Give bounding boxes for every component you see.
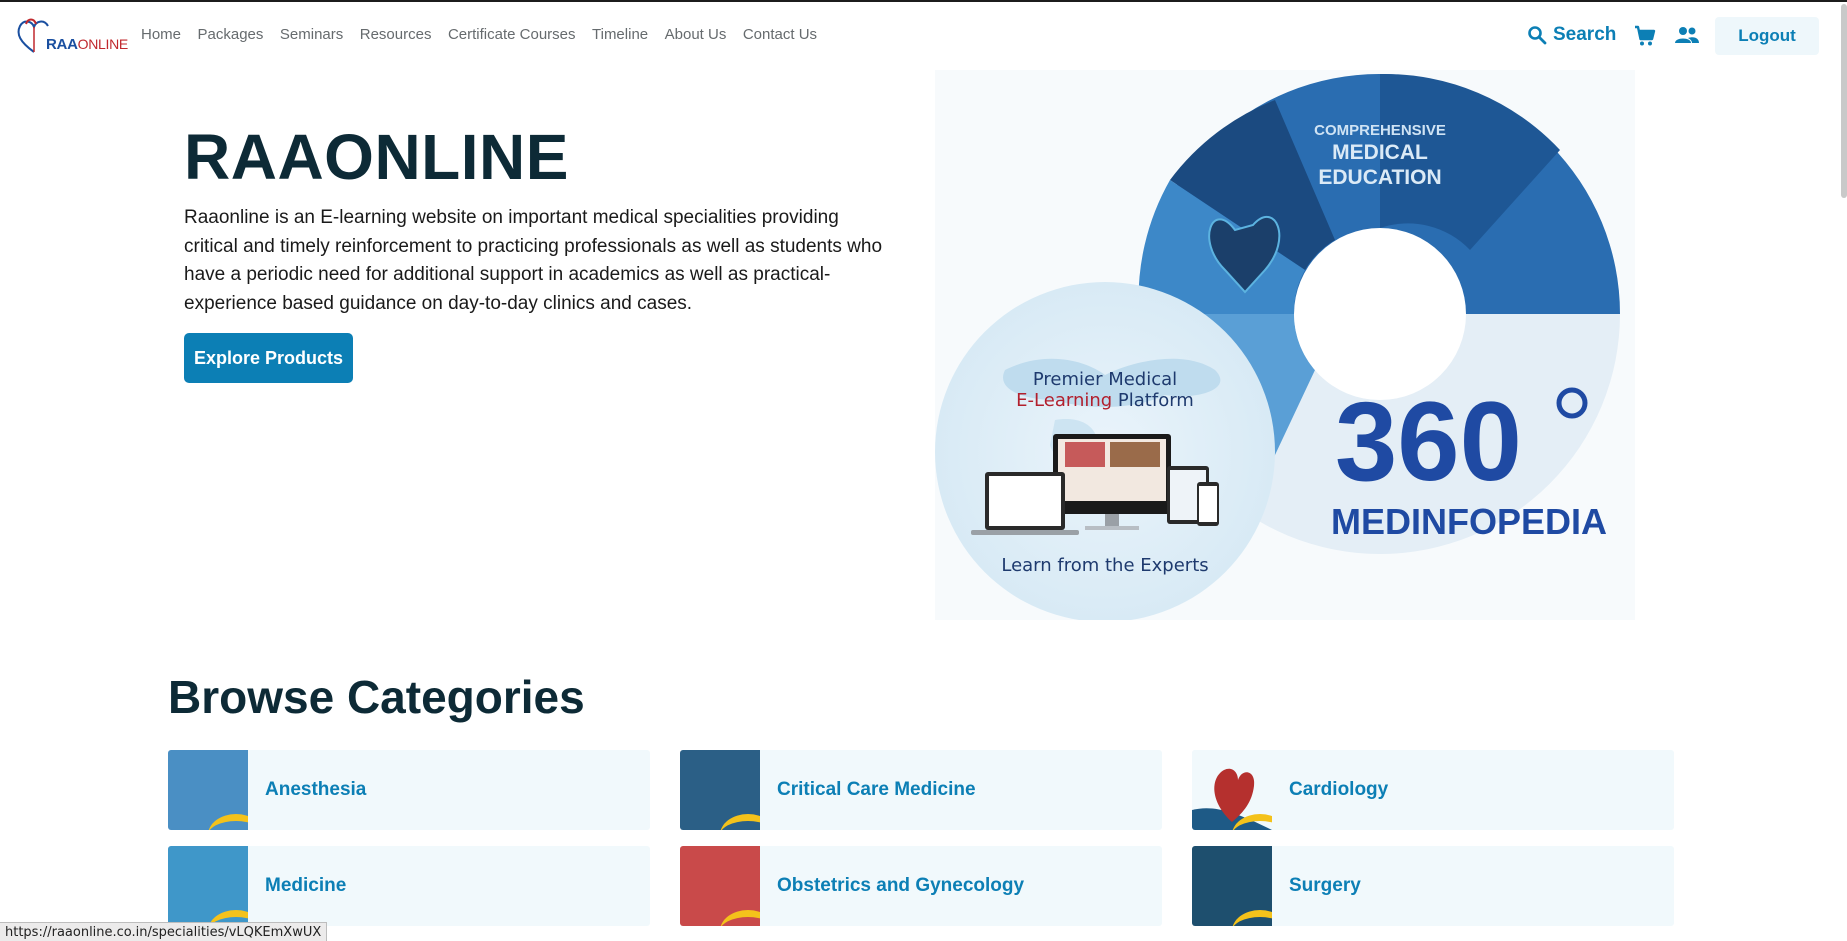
account-icon[interactable]	[1674, 26, 1700, 51]
category-thumb	[1192, 750, 1272, 830]
logo-text-online: ONLINE	[77, 36, 129, 52]
circle-caption-2: E-Learning Platform	[1016, 390, 1194, 411]
logo-text-raa: RAA	[46, 36, 78, 53]
main-nav: Home Packages Seminars Resources Certifi…	[141, 26, 834, 43]
category-thumb	[1192, 846, 1272, 926]
ring-caption-3: EDUCATION	[1318, 166, 1441, 189]
category-label: Surgery	[1289, 875, 1361, 896]
category-label: Medicine	[265, 875, 347, 896]
nav-link-about-us[interactable]: About Us	[665, 26, 727, 43]
circle-footer: Learn from the Experts	[1001, 555, 1208, 576]
category-label: Obstetrics and Gynecology	[777, 875, 1025, 896]
nav-link-contact-us[interactable]: Contact Us	[743, 26, 817, 43]
users-icon-svg	[1675, 27, 1699, 43]
category-card-medicine[interactable]: Medicine	[168, 846, 650, 926]
category-thumb	[168, 750, 248, 830]
category-thumb	[168, 846, 248, 926]
category-thumb	[680, 750, 760, 830]
hero-title: RAAONLINE	[184, 121, 569, 193]
nav-link-certificate-courses[interactable]: Certificate Courses	[448, 26, 576, 43]
cart-icon[interactable]	[1633, 24, 1657, 53]
browse-categories-title: Browse Categories	[168, 671, 585, 723]
ring-caption-2: MEDICAL	[1332, 141, 1428, 164]
nav-link-home[interactable]: Home	[141, 26, 181, 43]
category-thumb	[680, 846, 760, 926]
category-card-critical-care[interactable]: Critical Care Medicine	[680, 750, 1162, 830]
category-card-cardiology[interactable]: Cardiology	[1192, 750, 1674, 830]
circle-caption-2b: Platform	[1112, 390, 1194, 411]
search-label: Search	[1553, 24, 1617, 45]
nav-link-packages[interactable]: Packages	[198, 26, 264, 43]
circle-caption-1: Premier Medical	[1033, 369, 1177, 390]
category-label: Cardiology	[1289, 779, 1389, 800]
search-icon	[1528, 26, 1547, 45]
status-bar-url: https://raaonline.co.in/specialities/vLQ…	[0, 922, 328, 941]
ring-caption-1: COMPREHENSIVE	[1314, 122, 1446, 139]
page-scrollbar[interactable]	[1841, 4, 1847, 198]
explore-products-button[interactable]: Explore Products	[184, 333, 353, 383]
circle-caption-2a: E-Learning	[1016, 390, 1112, 411]
nav-link-resources[interactable]: Resources	[360, 26, 432, 43]
nav-link-timeline[interactable]: Timeline	[592, 26, 648, 43]
site-logo[interactable]: RAAONLINE	[14, 16, 128, 56]
medinfopedia-word: MEDINFOPEDIA	[1331, 501, 1607, 542]
category-card-obgyn[interactable]: Obstetrics and Gynecology	[680, 846, 1162, 926]
cart-icon-svg	[1635, 25, 1656, 46]
top-navbar: RAAONLINE Home Packages Seminars Resourc…	[0, 2, 1847, 70]
nav-link-seminars[interactable]: Seminars	[280, 26, 343, 43]
search-button[interactable]: Search	[1527, 24, 1616, 46]
big-number-360: 360	[1335, 379, 1522, 504]
medinfopedia-graphic: COMPREHENSIVE MEDICAL EDUCATION 360 MEDI…	[935, 73, 1620, 622]
category-card-surgery[interactable]: Surgery	[1192, 846, 1674, 926]
category-label: Critical Care Medicine	[777, 779, 976, 800]
hero-description: Raaonline is an E-learning website on im…	[184, 207, 883, 314]
category-label: Anesthesia	[265, 779, 367, 800]
logout-button[interactable]: Logout	[1715, 17, 1819, 55]
hero-banner-image: COMPREHENSIVE MEDICAL EDUCATION 360 MEDI…	[935, 70, 1635, 622]
category-card-anesthesia[interactable]: Anesthesia	[168, 750, 650, 830]
logo-text: RAAONLINE	[46, 36, 128, 53]
